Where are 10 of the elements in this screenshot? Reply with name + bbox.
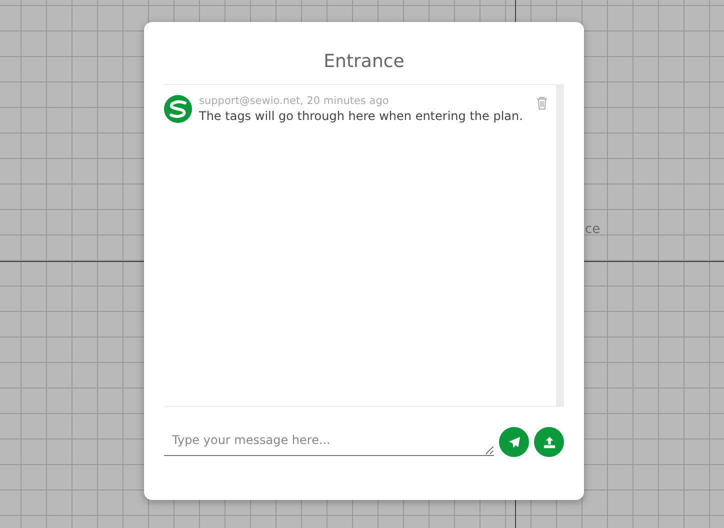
paper-plane-icon [508, 436, 520, 448]
trash-icon[interactable] [536, 96, 548, 110]
plan-label: ce [585, 222, 600, 237]
upload-button[interactable] [534, 427, 564, 457]
send-button[interactable] [499, 427, 529, 457]
logo-icon [164, 95, 192, 123]
message-meta: support@sewio.net, 20 minutes ago [199, 95, 390, 108]
message-text: The tags will go through here when entering the plan. [199, 108, 524, 124]
upload-icon [542, 436, 556, 448]
dialog-title: Entrance [322, 51, 406, 74]
